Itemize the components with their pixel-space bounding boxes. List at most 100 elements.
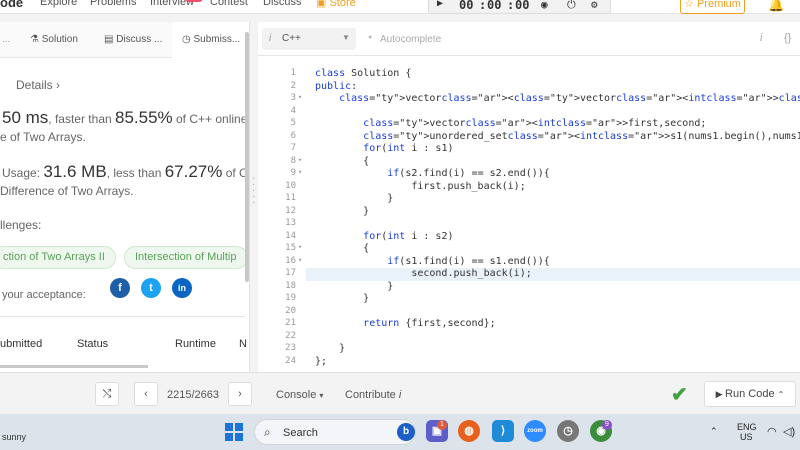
code-area[interactable]: 1 class Solution {2 public: 3 ▾ class="ty">v… [258,58,800,372]
code-text: } [315,293,370,304]
clock-app-icon[interactable]: ◷ [557,420,579,442]
tab-discuss[interactable]: ▤ Discuss ... [104,22,162,58]
taskbar-search[interactable]: ⌕ Search b [254,419,416,445]
code-line[interactable]: 14 for(int i : s2) [258,231,800,244]
fold-icon[interactable]: ▾ [298,93,302,101]
code-line[interactable]: 12 } [258,206,800,219]
eye-icon[interactable]: ◉ [541,0,548,11]
col-status[interactable]: Status [77,338,108,350]
language-indicator[interactable]: ENG US [737,422,757,442]
code-line[interactable]: 9 ▾ if(s2.find(i) == s2.end()){ [258,168,800,181]
vertical-scrollbar[interactable] [245,32,249,282]
code-text: } [315,205,370,217]
line-number: 5 [290,118,296,128]
shuffle-icon[interactable]: ⤭ [95,382,119,406]
dot-icon: ● [368,34,373,41]
bing-icon[interactable]: b [397,423,415,441]
code-line[interactable]: 15 ▾ { [258,243,800,256]
premium-button[interactable]: ☆ Premium [680,0,745,14]
play-icon[interactable]: ▶ [437,0,443,9]
code-line[interactable]: 1 class Solution { [258,68,800,81]
nav-contest[interactable]: Contest [210,0,248,8]
line-number: 19 [285,293,296,303]
language-select[interactable]: i C++ ▼ [262,28,356,50]
braces-icon[interactable]: {} [784,32,791,44]
code-line[interactable]: 20 [258,306,800,319]
details-link[interactable]: Details › [16,78,60,92]
resize-handle-icon[interactable]: · · · · · [252,174,255,208]
nav-discuss[interactable]: Discuss [263,0,302,8]
code-line[interactable]: 7 for(int i : s1) [258,143,800,156]
chevron-up-icon[interactable]: ⌃ [710,426,718,437]
code-line[interactable]: 17 second.push_back(i); [258,268,800,281]
code-line[interactable]: 10 first.push_back(i); [258,181,800,194]
code-line[interactable]: 19 } [258,293,800,306]
code-line[interactable]: 11 } [258,193,800,206]
memory-value: 31.6 MB [43,162,107,181]
runtime-text: , faster than [48,112,115,126]
nav-store[interactable]: ▣ Store [316,0,356,9]
col-memory[interactable]: N [239,338,247,350]
code-line[interactable]: 2 public: [258,81,800,94]
code-line[interactable]: 5 class="ty">vectorclass="ar"><intclass=… [258,118,800,131]
nav-explore[interactable]: Explore [40,0,77,8]
firefox-icon[interactable]: ◍ [458,420,480,442]
horizontal-scrollbar[interactable] [0,365,148,368]
line-number: 18 [285,280,296,291]
brand-logo[interactable]: ode [0,0,23,10]
code-line[interactable]: 8 ▾ { [258,156,800,169]
zoom-icon[interactable]: zoom [524,420,546,442]
fold-icon[interactable]: ▾ [298,156,302,164]
code-line[interactable]: 22 [258,331,800,344]
code-line[interactable]: 13 [258,218,800,231]
line-number: 16 [285,255,296,266]
tab-solution[interactable]: ⚗ Solution [30,22,78,58]
next-button[interactable]: › [228,382,252,406]
windows-start-icon[interactable] [225,423,243,441]
fold-icon[interactable]: ▾ [298,256,302,264]
code-line[interactable]: 24}; [258,356,800,369]
language-value: C++ [282,33,301,44]
console-button[interactable]: Console ▾ [276,389,323,401]
challenge-chip[interactable]: Intersection of Multip [124,246,248,269]
line-number: 2 [290,80,296,91]
facebook-icon[interactable]: f [110,278,130,298]
col-submitted[interactable]: ubmitted [0,338,42,350]
code-line[interactable]: 16 ▾ if(s1.find(i) == s1.end()){ [258,256,800,269]
twitter-icon[interactable]: t [141,278,161,298]
code-line[interactable]: 21 return {first,second}; [258,318,800,331]
left-panel: ... ⚗ Solution ▤ Discuss ... ◷ Submiss..… [0,22,250,372]
vscode-icon[interactable]: ⟩ [492,420,514,442]
run-code-button[interactable]: ▶ Run Code ⌃ [704,381,796,407]
tab-submissions[interactable]: ◷ Submiss... [172,22,249,58]
autocomplete-toggle[interactable]: Autocomplete [380,34,441,45]
runtime-value: 50 ms [2,108,49,127]
memory-problem: Difference of Two Arrays. [0,184,134,198]
code-line[interactable]: 4 [258,106,800,119]
tab-more[interactable]: ... [2,22,10,58]
code-editor: i C++ ▼ ● Autocomplete i {} 1 class Solut… [252,22,800,372]
os-taskbar: sunny ⌕ Search b ▣ 1 ◍ ⟩ zoom ◷ ◉ 9 ⌃ EN… [0,414,800,450]
volume-icon[interactable]: ◁) [783,425,795,438]
code-line[interactable]: 23 } [258,343,800,356]
fold-icon[interactable]: ▾ [298,243,302,251]
prev-button[interactable]: ‹ [134,382,158,406]
power-icon[interactable]: ⏻ [567,0,576,12]
gear-icon[interactable]: ⚙ [591,0,598,11]
fold-icon[interactable]: ▾ [298,168,302,176]
linkedin-icon[interactable]: in [172,278,192,298]
code-text: if(s1.find(i) == s1.end()){ [387,255,550,267]
info-icon[interactable]: i [760,32,762,44]
contribute-button[interactable]: Contribute i [345,389,401,401]
col-runtime[interactable]: Runtime [175,338,216,350]
code-line[interactable]: 6 class="ty">unordered_setclass="ar"><in… [258,131,800,144]
code-line[interactable]: 18 } [258,281,800,294]
code-line[interactable]: 3 ▾ class="ty">vectorclass="ar"><class="t… [258,93,800,106]
nav-problems[interactable]: Problems [90,0,136,8]
timer-seconds: 00 [515,0,530,12]
wifi-icon[interactable]: ◠ [767,425,777,438]
bell-icon[interactable]: 🔔 [768,0,784,13]
info-icon: i [398,389,402,401]
code-text: } [315,193,394,204]
challenge-chip[interactable]: ction of Two Arrays II [0,246,116,269]
